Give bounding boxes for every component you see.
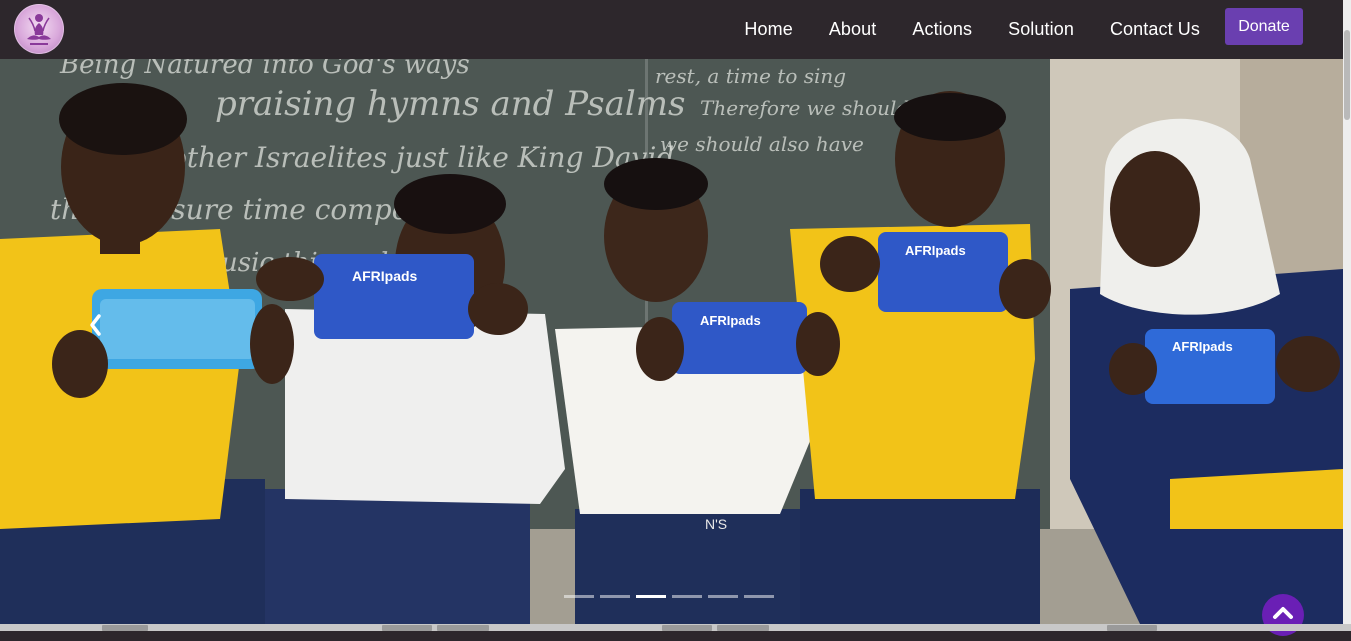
shirt-label: N'S — [705, 516, 727, 532]
main-nav: Home About Actions Solution Contact Us — [744, 0, 1200, 59]
carousel-indicator[interactable] — [600, 595, 630, 598]
taskbar-item[interactable] — [102, 625, 148, 631]
taskbar-item[interactable] — [382, 625, 432, 631]
meditation-logo-icon — [27, 14, 51, 45]
os-taskbar — [0, 624, 1351, 631]
nav-home[interactable]: Home — [744, 19, 792, 40]
carousel-indicator[interactable] — [636, 595, 666, 598]
site-logo[interactable] — [14, 4, 64, 54]
pack-label: AFRIpads — [1172, 339, 1233, 354]
carousel-indicators — [564, 595, 774, 598]
taskbar-item[interactable] — [717, 625, 769, 631]
chalk-line: Therefore we should — [700, 96, 909, 120]
carousel-prev-button[interactable] — [84, 310, 106, 340]
taskbar-item[interactable] — [662, 625, 712, 631]
carousel-indicator[interactable] — [564, 595, 594, 598]
scrollbar-thumb[interactable] — [1344, 30, 1350, 120]
pad-pack — [314, 254, 474, 339]
nav-about[interactable]: About — [829, 19, 877, 40]
taskbar-item[interactable] — [437, 625, 489, 631]
pack-label: AFRIpads — [905, 243, 966, 258]
carousel-indicator[interactable] — [672, 595, 702, 598]
chalk-line: rest, a time to sing — [655, 64, 846, 88]
nav-contact-us[interactable]: Contact Us — [1110, 19, 1200, 40]
chalk-line: we should also have — [660, 132, 864, 156]
carousel-indicator[interactable] — [708, 595, 738, 598]
chalk-line: praising hymns and Psalms — [215, 84, 685, 124]
taskbar-item[interactable] — [1107, 625, 1157, 631]
hero-carousel: Being Natured into God's ways praising h… — [0, 59, 1343, 624]
chalk-line: other Israelites just like King David — [170, 141, 674, 174]
page-scrollbar[interactable] — [1343, 0, 1351, 624]
chalk-line: Being Natured into God's ways — [59, 59, 470, 80]
donate-button[interactable]: Donate — [1225, 8, 1303, 45]
nav-actions[interactable]: Actions — [912, 19, 972, 40]
carousel-indicator[interactable] — [744, 595, 774, 598]
hero-image: Being Natured into God's ways praising h… — [0, 59, 1343, 624]
chevron-left-icon — [90, 314, 101, 336]
nav-solution[interactable]: Solution — [1008, 19, 1074, 40]
pack-label: AFRIpads — [352, 268, 418, 284]
navbar: Home About Actions Solution Contact Us D… — [0, 0, 1343, 59]
pack-label: AFRIpads — [700, 313, 761, 328]
